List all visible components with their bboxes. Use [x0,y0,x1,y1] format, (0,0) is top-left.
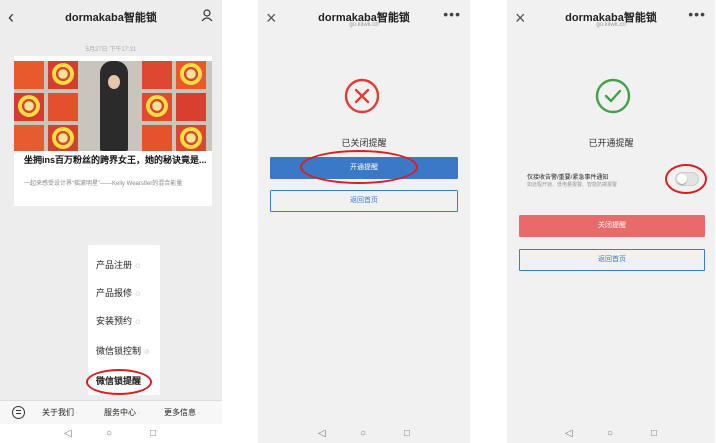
return-home-button[interactable]: 返回首页 [519,249,705,271]
chevron-right-icon: ⊙ [135,263,141,270]
check-circle-icon [595,78,631,114]
article-title: 坐拥ins百万粉丝的跨界女王，她的秘诀竟是... [24,155,207,165]
highlight-ring [86,369,152,395]
title-bar: × dormakaba智能锁 go.kiiwk.cn ••• [258,0,470,36]
article-cover-image [14,61,212,151]
nav-back-icon[interactable]: ◁ [318,428,326,439]
android-nav-bar: ◁ ○ □ [507,424,715,443]
nav-back-icon[interactable]: ◁ [64,428,72,439]
nav-home-icon[interactable]: ○ [106,428,112,439]
more-options-icon[interactable]: ••• [688,6,706,22]
disable-reminder-button[interactable]: 关闭提醒 [519,215,705,237]
return-home-button[interactable]: 返回首页 [270,190,458,212]
nav-recent-icon[interactable]: □ [651,428,657,439]
keyboard-switch-icon[interactable] [12,406,25,419]
tab-about-us[interactable]: 关于我们 ◦ [42,407,78,418]
reminder-enabled-screen: × dormakaba智能锁 go.kiiwk.cn ••• 已开通提醒 仅接收… [507,0,715,443]
user-profile-icon[interactable] [200,8,214,22]
person-face [108,75,120,89]
title-bar: ‹ dormakaba智能锁 [0,0,222,36]
highlight-ring [300,150,418,184]
nav-home-icon[interactable]: ○ [607,428,613,439]
menu-item-lock-control[interactable]: 微信锁控制 ⊘ [88,337,160,365]
bottom-menu-bar: 关于我们 ◦ 服务中心 ◦ 更多信息 ◦ [0,400,222,424]
title-bar: × dormakaba智能锁 go.kiiwk.cn ••• [507,0,715,36]
highlight-ring [665,164,707,194]
nav-recent-icon[interactable]: □ [150,428,156,439]
close-circle-icon [344,78,380,114]
tab-more-info[interactable]: 更多信息 ◦ [164,407,200,418]
option-description: 如远程开锁、低电量报警、智能防撬报警 [527,182,618,188]
menu-item-product-register[interactable]: 产品注册 ⊙ [88,251,160,279]
option-title: 仅接收告警/重要/紧急事件通知 [527,175,609,181]
android-nav-bar: ◁ ○ □ [258,424,470,443]
nav-back-icon[interactable]: ◁ [565,428,573,439]
tab-service-center[interactable]: 服务中心 ◦ [104,407,140,418]
wechat-chat-screen: ‹ dormakaba智能锁 5月27日 下午17:31 坐拥ins百万粉丝的跨… [0,0,222,443]
chevron-right-icon: ⊙ [135,319,141,326]
chevron-right-icon: ⊙ [135,291,141,298]
message-timestamp: 5月27日 下午17:31 [85,47,137,53]
status-text: 已开通提醒 [588,138,634,148]
page-domain: go.kiiwk.cn [596,22,626,28]
status-text: 已关闭提醒 [341,138,387,148]
nav-recent-icon[interactable]: □ [404,428,410,439]
chat-title: dormakaba智能锁 [65,12,157,24]
nav-home-icon[interactable]: ○ [360,428,366,439]
link-icon: ⊘ [144,349,150,356]
article-description: 一起来感受设计界“摇滚明星”——Kelly Wearstler的混合能量 [24,181,183,187]
menu-item-product-repair[interactable]: 产品报修 ⊙ [88,279,160,307]
menu-item-install-booking[interactable]: 安装预约 ⊙ [88,307,160,335]
android-nav-bar: ◁ ○ □ [0,424,222,443]
more-options-icon[interactable]: ••• [443,6,461,22]
page-domain: go.kiiwk.cn [349,22,379,28]
reminder-disabled-screen: × dormakaba智能锁 go.kiiwk.cn ••• 已关闭提醒 开通提… [258,0,470,443]
article-card[interactable]: 坐拥ins百万粉丝的跨界女王，她的秘诀竟是... 一起来感受设计界“摇滚明星”—… [14,56,212,206]
